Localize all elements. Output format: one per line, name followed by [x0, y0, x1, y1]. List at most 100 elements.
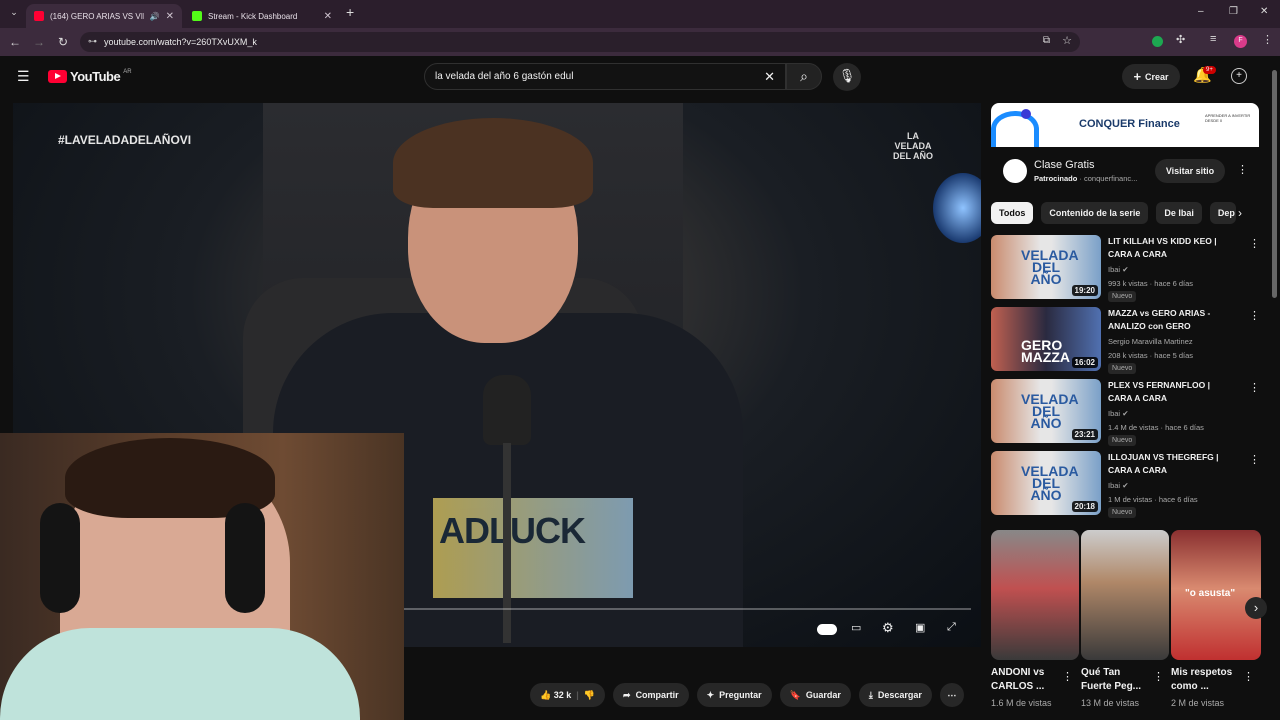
- youtube-logo[interactable]: YouTube AR: [48, 69, 132, 84]
- more-options-icon[interactable]: ⋮: [1249, 381, 1260, 394]
- video-title: PLEX VS FERNANFLOO | CARA A CARA: [1108, 380, 1211, 403]
- more-options-icon[interactable]: ⋮: [1153, 670, 1164, 683]
- thumbnail-text: VELADA DEL AÑO: [1021, 247, 1079, 287]
- video-meta: 208 k vistas · hace 5 días: [1108, 351, 1194, 360]
- reload-icon[interactable]: ↻: [51, 35, 75, 49]
- short-thumbnail[interactable]: [1081, 530, 1169, 660]
- profile-avatar[interactable]: F: [1234, 35, 1247, 48]
- chip-ibai[interactable]: De Ibai: [1156, 202, 1202, 224]
- short-thumbnail[interactable]: "o asusta": [1171, 530, 1261, 660]
- back-icon[interactable]: ←: [3, 35, 27, 49]
- extension-icon[interactable]: [1152, 36, 1163, 47]
- ad-sponsor-line: Patrocinado · conquerfinanc...: [1034, 174, 1138, 183]
- video-thumbnail[interactable]: VELADA DEL AÑO 20:18: [991, 451, 1101, 515]
- streamer-shirt: [0, 628, 360, 720]
- download-button[interactable]: ⤓ Descargar: [858, 683, 932, 707]
- like-button[interactable]: 👍 32 k: [540, 690, 571, 701]
- page-scrollbar[interactable]: [1272, 70, 1277, 298]
- account-avatar[interactable]: +: [1231, 68, 1247, 84]
- studio-light: [933, 173, 981, 243]
- forward-icon[interactable]: →: [27, 35, 51, 49]
- more-options-icon[interactable]: ⋮: [1249, 309, 1260, 322]
- chips-next-icon[interactable]: ›: [1238, 206, 1242, 220]
- autoplay-toggle[interactable]: [817, 624, 837, 635]
- video-title: LIT KILLAH VS KIDD KEO | CARA A CARA: [1108, 236, 1217, 259]
- chip-more[interactable]: Dep: [1209, 202, 1236, 224]
- clear-search-icon[interactable]: ✕: [764, 69, 775, 85]
- progress-bar[interactable]: [403, 608, 971, 610]
- download-icon: ⤓: [868, 689, 873, 700]
- short-title[interactable]: Mis respetos como ...: [1171, 666, 1241, 694]
- video-thumbnail[interactable]: GERO MAZZA 16:02: [991, 307, 1101, 371]
- share-button[interactable]: ➦ Compartir: [613, 683, 689, 707]
- short-title[interactable]: ANDONI vs CARLOS ...: [991, 666, 1061, 694]
- list-item[interactable]: GERO MAZZA 16:02 MAZZA vs GERO ARIAS - A…: [991, 307, 1261, 374]
- ad-advertiser-avatar[interactable]: [1003, 159, 1027, 183]
- shirt-print: ADLUCK: [433, 498, 633, 598]
- chip-series[interactable]: Contenido de la serie: [1041, 202, 1149, 224]
- address-bar[interactable]: ⊶ youtube.com/watch?v=260TXvUXM_k ⧉ ☆: [80, 32, 1080, 52]
- video-meta: 993 k vistas · hace 6 días: [1108, 279, 1194, 288]
- more-options-icon[interactable]: ⋮: [1249, 237, 1260, 250]
- speaker-icon[interactable]: 🔊: [150, 12, 160, 21]
- person-hair: [393, 118, 593, 208]
- browser-menu-icon[interactable]: ⋮: [1262, 33, 1273, 46]
- bookmark-star-icon[interactable]: ☆: [1062, 34, 1072, 47]
- shorts-next-button[interactable]: ›: [1245, 597, 1267, 619]
- video-actions: 👍 32 k | 👎 ➦ Compartir ✦ Preguntar 🔖 Guarda…: [530, 683, 964, 707]
- short-overlay-text: "o asusta": [1185, 588, 1236, 599]
- close-tab-icon[interactable]: ✕: [166, 11, 174, 22]
- extensions-puzzle-icon[interactable]: ✣: [1176, 33, 1185, 46]
- plus-icon: +: [1133, 69, 1142, 84]
- youtube-favicon-icon: [34, 11, 44, 21]
- restore-icon[interactable]: ❐: [1229, 6, 1238, 17]
- new-badge: Nuevo: [1108, 291, 1137, 302]
- video-thumbnail[interactable]: VELADA DEL AÑO 19:20: [991, 235, 1101, 299]
- ad-title[interactable]: Clase Gratis: [1034, 159, 1095, 171]
- search-input[interactable]: la velada del año 6 gastón edul ✕: [424, 63, 786, 90]
- minimize-icon[interactable]: –: [1198, 6, 1204, 17]
- reading-list-icon[interactable]: ≡: [1210, 33, 1216, 45]
- headphones-icon: [40, 503, 80, 613]
- tab-youtube[interactable]: (164) GERO ARIAS VS VIRU 🔊 ✕: [26, 4, 182, 28]
- subtitles-icon[interactable]: ▭: [851, 621, 861, 634]
- video-thumbnail[interactable]: VELADA DEL AÑO 23:21: [991, 379, 1101, 443]
- more-options-icon[interactable]: ⋮: [1062, 670, 1073, 683]
- save-button[interactable]: 🔖 Guardar: [779, 683, 851, 707]
- close-tab-icon[interactable]: ✕: [324, 11, 332, 22]
- new-badge: Nuevo: [1108, 363, 1137, 374]
- visit-site-button[interactable]: Visitar sitio: [1155, 159, 1225, 183]
- tab-kick[interactable]: Stream - Kick Dashboard ✕: [184, 4, 340, 28]
- more-options-icon[interactable]: ⋮: [1243, 670, 1254, 683]
- close-window-icon[interactable]: ✕: [1260, 6, 1268, 17]
- settings-gear-icon[interactable]: ⚙: [882, 620, 894, 636]
- channel-name: Ibai ✔: [1108, 265, 1129, 274]
- like-dislike-group: 👍 32 k | 👎: [530, 683, 606, 707]
- share-icon: ➦: [623, 689, 631, 700]
- ad-banner[interactable]: CONQUER Finance APRENDER A INVERTIR DESD…: [991, 103, 1259, 147]
- ask-label: Preguntar: [719, 690, 762, 700]
- ask-button[interactable]: ✦ Preguntar: [696, 683, 772, 707]
- voice-search-button[interactable]: 🎙: [833, 63, 861, 91]
- thumbs-down-icon[interactable]: 👎: [584, 690, 595, 701]
- short-thumbnail[interactable]: [991, 530, 1079, 660]
- hamburger-menu-icon[interactable]: ☰: [17, 68, 30, 85]
- fullscreen-icon[interactable]: ⤢: [947, 621, 956, 634]
- site-info-icon[interactable]: ⊶: [88, 36, 97, 47]
- new-tab-button[interactable]: +: [346, 4, 354, 20]
- more-actions-button[interactable]: ⋯: [939, 683, 964, 707]
- ad-more-icon[interactable]: ⋮: [1237, 163, 1248, 176]
- list-item[interactable]: VELADA DEL AÑO 20:18 ILLOJUAN VS THEGREF…: [991, 451, 1261, 518]
- cast-icon[interactable]: ⧉: [1043, 35, 1050, 46]
- theater-mode-icon[interactable]: ▣: [915, 621, 925, 634]
- short-title[interactable]: Qué Tan Fuerte Peg...: [1081, 666, 1151, 694]
- verified-icon: ✔: [1122, 409, 1129, 418]
- search-button[interactable]: ⌕: [786, 63, 822, 90]
- list-item[interactable]: VELADA DEL AÑO 23:21 PLEX VS FERNANFLOO …: [991, 379, 1261, 446]
- chip-all[interactable]: Todos: [991, 202, 1034, 224]
- more-options-icon[interactable]: ⋮: [1249, 453, 1260, 466]
- tab-search-chevron-icon[interactable]: ⌄: [2, 7, 26, 18]
- video-title: MAZZA vs GERO ARIAS - ANALIZO con GERO: [1108, 308, 1211, 331]
- create-button[interactable]: + Crear: [1122, 64, 1180, 89]
- list-item[interactable]: VELADA DEL AÑO 19:20 LIT KILLAH VS KIDD …: [991, 235, 1261, 302]
